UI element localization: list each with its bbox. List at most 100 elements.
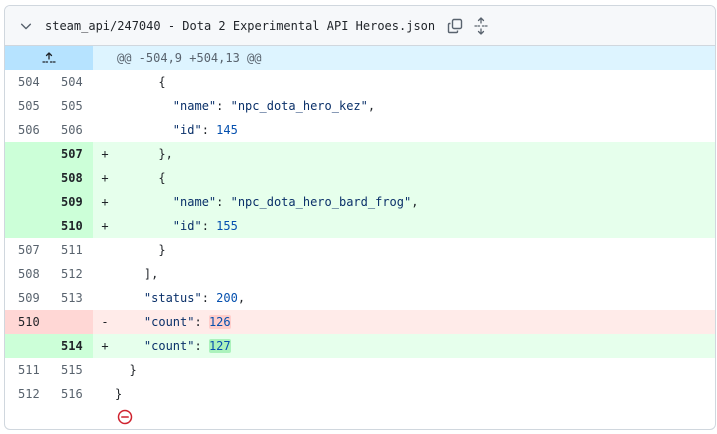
code-line: } bbox=[115, 358, 715, 382]
code-token: } bbox=[115, 387, 123, 401]
new-line-number[interactable]: 505 bbox=[49, 94, 93, 118]
diff-sign bbox=[93, 94, 115, 118]
copy-icon[interactable] bbox=[444, 15, 466, 37]
code-line: "id": 155 bbox=[115, 214, 715, 238]
code-token: } bbox=[158, 243, 166, 257]
code-token: } bbox=[129, 363, 137, 377]
code-token: 155 bbox=[216, 219, 238, 233]
new-line-number[interactable] bbox=[49, 310, 93, 334]
diff-file-card: steam_api/247040 - Dota 2 Experimental A… bbox=[4, 5, 716, 430]
added-line: 510 + "id": 155 bbox=[5, 214, 715, 238]
old-line-number[interactable]: 511 bbox=[5, 358, 49, 382]
added-line: 514 + "count": 127 bbox=[5, 334, 715, 358]
file-name[interactable]: steam_api/247040 - Dota 2 Experimental A… bbox=[45, 19, 435, 33]
code-token: ], bbox=[143, 267, 159, 281]
old-line-number[interactable]: 504 bbox=[5, 70, 49, 94]
diff-sign bbox=[93, 262, 115, 286]
context-line: 506 506 "id": 145 bbox=[5, 118, 715, 142]
code-token: "status" bbox=[143, 291, 202, 305]
new-line-number[interactable]: 507 bbox=[49, 142, 93, 166]
code-line: "name": "npc_dota_hero_bard_frog", bbox=[115, 190, 715, 214]
expand-up-icon[interactable] bbox=[5, 46, 93, 70]
code-token: , bbox=[367, 99, 376, 113]
code-line: { bbox=[115, 70, 715, 94]
new-line-number[interactable]: 510 bbox=[49, 214, 93, 238]
new-line-number[interactable]: 512 bbox=[49, 262, 93, 286]
added-line: 507 + }, bbox=[5, 142, 715, 166]
code-line: }, bbox=[115, 142, 715, 166]
diff-table: @@ -504,9 +504,13 @@ 504 504 {505 505 "nam… bbox=[5, 46, 715, 429]
new-line-number[interactable]: 514 bbox=[49, 334, 93, 358]
file-header: steam_api/247040 - Dota 2 Experimental A… bbox=[5, 6, 715, 46]
old-line-number[interactable] bbox=[5, 214, 49, 238]
code-token: 145 bbox=[216, 123, 238, 137]
code-token: "id" bbox=[172, 123, 202, 137]
code-token: "name" bbox=[172, 99, 217, 113]
code-token: : bbox=[201, 219, 217, 233]
diff-sign: + bbox=[101, 171, 109, 185]
old-line-number[interactable] bbox=[5, 334, 49, 358]
old-line-number[interactable]: 510 bbox=[5, 310, 49, 334]
code-token: "count" bbox=[143, 315, 195, 329]
code-token: "npc_dota_hero_bard_frog" bbox=[230, 195, 412, 209]
old-line-number[interactable] bbox=[5, 190, 49, 214]
new-line-number[interactable]: 513 bbox=[49, 286, 93, 310]
new-line-number[interactable]: 508 bbox=[49, 166, 93, 190]
code-token: { bbox=[158, 75, 166, 89]
code-token: 127 bbox=[208, 339, 231, 353]
code-token: }, bbox=[158, 147, 173, 161]
code-token: "count" bbox=[143, 339, 195, 353]
new-line-number[interactable]: 516 bbox=[49, 382, 93, 406]
diff-sign bbox=[93, 118, 115, 142]
unfold-icon[interactable] bbox=[470, 15, 492, 37]
old-line-number[interactable] bbox=[5, 166, 49, 190]
context-line: 507 511 } bbox=[5, 238, 715, 262]
code-line: } bbox=[115, 238, 715, 262]
new-line-number[interactable]: 506 bbox=[49, 118, 93, 142]
code-line: { bbox=[115, 166, 715, 190]
new-line-number[interactable]: 511 bbox=[49, 238, 93, 262]
old-line-number[interactable]: 506 bbox=[5, 118, 49, 142]
no-newline-minus-icon[interactable] bbox=[117, 409, 133, 425]
code-token: : bbox=[216, 195, 231, 209]
old-line-number[interactable]: 509 bbox=[5, 286, 49, 310]
hunk-header-row: @@ -504,9 +504,13 @@ bbox=[5, 46, 715, 70]
old-line-number[interactable]: 507 bbox=[5, 238, 49, 262]
code-token: "id" bbox=[172, 219, 202, 233]
diff-sign: + bbox=[101, 339, 109, 353]
code-line: } bbox=[115, 382, 715, 406]
diff-sign: + bbox=[101, 219, 109, 233]
context-line: 512 516} bbox=[5, 382, 715, 406]
context-line: 509 513 "status": 200, bbox=[5, 286, 715, 310]
code-token: 126 bbox=[208, 315, 231, 329]
hunk-header-text: @@ -504,9 +504,13 @@ bbox=[117, 51, 262, 65]
diff-footer bbox=[5, 406, 715, 429]
new-line-number[interactable]: 509 bbox=[49, 190, 93, 214]
code-token: , bbox=[237, 291, 246, 305]
diff-sign bbox=[93, 382, 115, 406]
chevron-down-icon[interactable] bbox=[17, 17, 35, 35]
diff-sign: + bbox=[101, 147, 109, 161]
new-line-number[interactable]: 504 bbox=[49, 70, 93, 94]
old-line-number[interactable]: 508 bbox=[5, 262, 49, 286]
new-line-number[interactable]: 515 bbox=[49, 358, 93, 382]
old-line-number[interactable]: 505 bbox=[5, 94, 49, 118]
added-line: 508 + { bbox=[5, 166, 715, 190]
old-line-number[interactable] bbox=[5, 142, 49, 166]
diff-sign bbox=[93, 358, 115, 382]
diff-sign: - bbox=[101, 315, 109, 329]
code-line: ], bbox=[115, 262, 715, 286]
context-line: 504 504 { bbox=[5, 70, 715, 94]
context-line: 505 505 "name": "npc_dota_hero_kez", bbox=[5, 94, 715, 118]
old-line-number[interactable]: 512 bbox=[5, 382, 49, 406]
